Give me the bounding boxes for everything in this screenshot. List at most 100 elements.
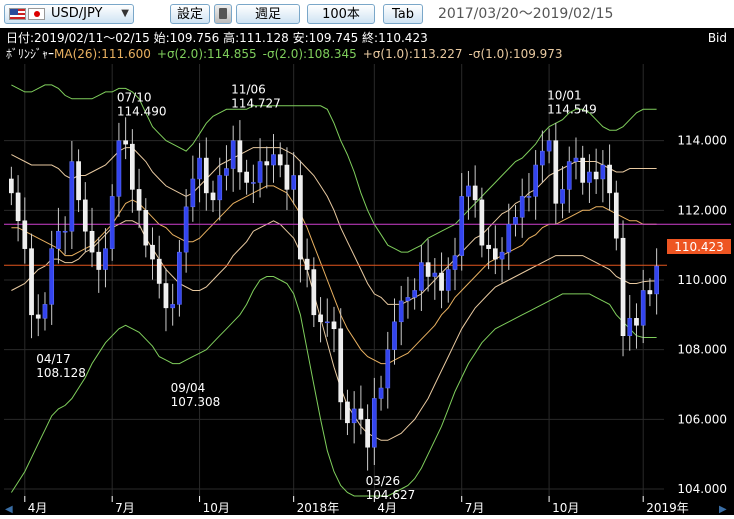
x-tick-label: 2019年	[646, 501, 689, 515]
candle-body	[284, 164, 290, 190]
chart-area[interactable]: 04/17 108.128 07/10 114.490 09/04 107.308 11/0…	[0, 28, 734, 515]
candle-body	[257, 161, 263, 183]
candle-body	[365, 419, 370, 448]
candle-body	[42, 304, 48, 319]
candle-body	[304, 258, 310, 270]
currency-pair-select[interactable]: USD/JPY ▼	[4, 4, 134, 24]
gridlines	[4, 64, 664, 496]
candle-body	[385, 349, 391, 389]
japan-flag-icon	[28, 8, 45, 20]
candle-body	[203, 157, 209, 194]
candle-body	[271, 154, 276, 166]
x-tick-label: 10月	[552, 501, 579, 515]
candle-body	[82, 199, 88, 232]
time-axis: 4月 7月 10月 2018年 4月 7月 10月 2019年	[24, 496, 689, 515]
candle-body	[49, 248, 55, 305]
chart-window: USD/JPY ▼ 設定 週足 100本 Tab 2017/03/20～2019…	[0, 0, 734, 515]
ohlc-info: 日付:2019/02/11～02/15 始:109.756 高:111.128 …	[6, 30, 428, 45]
candle-body	[553, 140, 559, 204]
candle-body	[9, 178, 14, 194]
candle-body	[647, 290, 653, 295]
candle-body	[358, 408, 364, 420]
candle-body	[600, 164, 606, 180]
y-tick-label: 106.000	[677, 412, 727, 426]
candle-body	[244, 171, 249, 183]
candle-body	[506, 224, 512, 253]
scroll-left-icon[interactable]: ◀	[5, 504, 13, 515]
minus1-legend: -σ(1.0):109.973	[469, 47, 563, 61]
candle-body	[492, 248, 498, 260]
annotation-price: 108.128	[36, 366, 86, 380]
currency-pair-label: USD/JPY	[51, 6, 103, 21]
x-tick-label: 2018年	[297, 501, 340, 515]
candle-body	[109, 196, 115, 249]
candle-body	[251, 182, 256, 184]
candle-body	[412, 290, 417, 298]
annotation-price: 114.490	[117, 105, 167, 119]
candle-body	[190, 178, 196, 208]
candle-body	[338, 328, 344, 403]
bar-count-select[interactable]: 100本	[307, 4, 375, 24]
candle-body	[177, 251, 182, 305]
candle-body	[533, 164, 538, 197]
annotation-date: 07/10	[117, 91, 152, 105]
candle-body	[123, 140, 128, 145]
bollinger-legend: ﾎﾞﾘﾝｼﾞｬｰMA(26):111.600 +σ(2.0):114.855 -σ(…	[6, 47, 563, 61]
candle-body	[76, 161, 81, 201]
candle-body	[439, 272, 444, 291]
annotation-date: 10/01	[547, 89, 582, 103]
candle-body	[143, 210, 149, 246]
calculator-icon[interactable]	[214, 4, 232, 24]
bollinger-bands	[10, 84, 657, 497]
candle-body	[613, 192, 619, 239]
minus2-legend: -σ(2.0):108.345	[263, 47, 357, 61]
candle-body	[519, 196, 525, 218]
candle-body	[546, 140, 552, 152]
candle-body	[156, 258, 162, 284]
candle-body	[29, 248, 34, 316]
candle-body	[459, 196, 465, 256]
candle-body	[318, 314, 323, 323]
candle-body	[425, 262, 431, 277]
candle-body	[89, 230, 95, 253]
candle-body	[499, 251, 505, 260]
candle-body	[277, 154, 283, 166]
candle-body	[513, 217, 518, 225]
candle-body	[560, 189, 565, 204]
candle-body	[607, 164, 612, 194]
candle-body	[311, 269, 317, 316]
candle-body	[620, 237, 626, 336]
candle-body	[116, 140, 122, 197]
tab-button[interactable]: Tab	[383, 4, 423, 24]
candle-body	[587, 171, 592, 183]
plus1-line	[11, 147, 657, 305]
candle-body	[96, 251, 102, 270]
x-tick-label: 7月	[465, 501, 485, 515]
candle-body	[130, 143, 135, 190]
annotation-price: 114.727	[231, 96, 281, 110]
candle-body	[627, 318, 633, 336]
candle-body	[452, 255, 458, 270]
scroll-right-icon[interactable]: ▶	[719, 504, 727, 515]
candle-body	[331, 321, 337, 330]
candle-body	[103, 248, 108, 270]
y-tick-label: 110.000	[677, 273, 727, 287]
candle-body	[486, 244, 491, 249]
plus1-legend: +σ(1.0):113.227	[363, 47, 463, 61]
candle-body	[224, 168, 229, 176]
plus2-legend: +σ(2.0):114.855	[157, 47, 257, 61]
candle-body	[654, 265, 659, 295]
candle-body	[466, 185, 471, 197]
x-tick-label: 10月	[203, 501, 230, 515]
price-chart[interactable]: 04/17108.128 07/10114.490 09/04107.308 11/0…	[0, 28, 734, 515]
settings-button[interactable]: 設定	[170, 4, 210, 24]
candle-body	[580, 157, 586, 183]
candle-body	[197, 157, 202, 180]
current-price-label: 110.423	[674, 240, 724, 254]
candle-body	[230, 140, 236, 169]
y-tick-label: 104.000	[677, 482, 727, 496]
candle-body	[56, 230, 61, 249]
candle-body	[69, 161, 75, 232]
period-select[interactable]: 週足	[236, 4, 300, 24]
candle-body	[210, 192, 216, 201]
